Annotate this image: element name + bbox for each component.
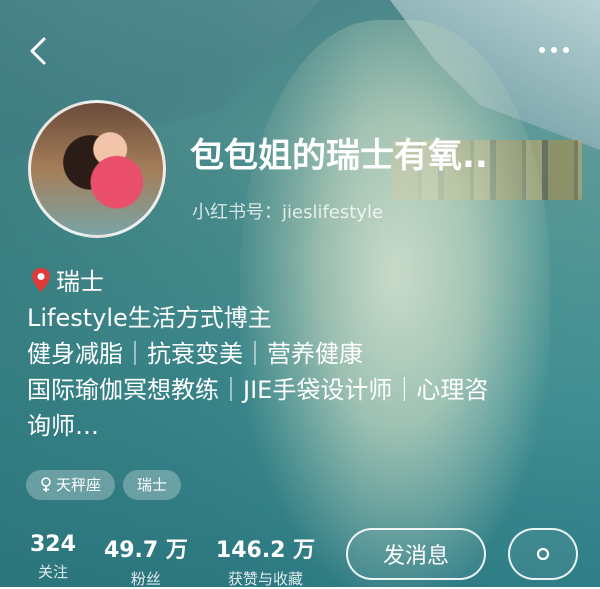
stat-value: 49.7 万 (103, 538, 188, 563)
profile-bio: Lifestyle生活方式博主 健身减脂｜抗衰变美｜营养健康 国际瑜伽冥想教练｜… (27, 300, 577, 444)
send-message-button[interactable]: 发消息 (346, 528, 486, 580)
tag-location: 瑞士 (123, 470, 182, 500)
stat-label: 获赞与收藏 (228, 570, 304, 588)
location-row: 瑞士 (30, 262, 104, 297)
location-pin-icon (32, 267, 50, 292)
settings-button[interactable] (508, 528, 578, 580)
avatar[interactable] (28, 100, 166, 238)
stat-value: 324 (30, 532, 76, 557)
stat-following[interactable]: 324 关注 (30, 532, 76, 589)
more-button[interactable] (534, 40, 574, 60)
tag-zodiac: 天秤座 (26, 470, 116, 500)
profile-stats: 324 关注 49.7 万 粉丝 146.2 万 获赞与收藏 (30, 532, 315, 589)
bio-line: 健身减脂｜抗衰变美｜营养健康 (27, 340, 363, 368)
more-dots-icon (539, 47, 569, 53)
bio-line: Lifestyle生活方式博主 (27, 304, 272, 332)
tag-label: 瑞士 (137, 476, 168, 494)
profile-tags: 天秤座 瑞士 (26, 470, 182, 500)
settings-gear-icon (536, 547, 550, 561)
profile-handle: 小红书号：jieslifestyle (192, 202, 384, 223)
tag-label: 天秤座 (56, 476, 102, 494)
stat-label: 关注 (37, 563, 68, 581)
back-button[interactable] (24, 36, 54, 66)
stat-label: 粉丝 (130, 570, 161, 588)
location-text: 瑞士 (56, 268, 104, 296)
back-chevron-icon (30, 37, 46, 65)
stat-followers[interactable]: 49.7 万 粉丝 (104, 532, 188, 589)
bio-line: 国际瑜伽冥想教练｜JIE手袋设计师｜心理咨 (27, 376, 489, 404)
send-message-label: 发消息 (382, 544, 449, 569)
stat-likes-collections[interactable]: 146.2 万 获赞与收藏 (216, 532, 315, 589)
profile-name: 包包姐的瑞士有氧.. (190, 136, 488, 176)
bio-line[interactable]: 询师… (27, 408, 577, 444)
stat-value: 146.2 万 (215, 538, 316, 563)
female-icon (41, 477, 51, 492)
